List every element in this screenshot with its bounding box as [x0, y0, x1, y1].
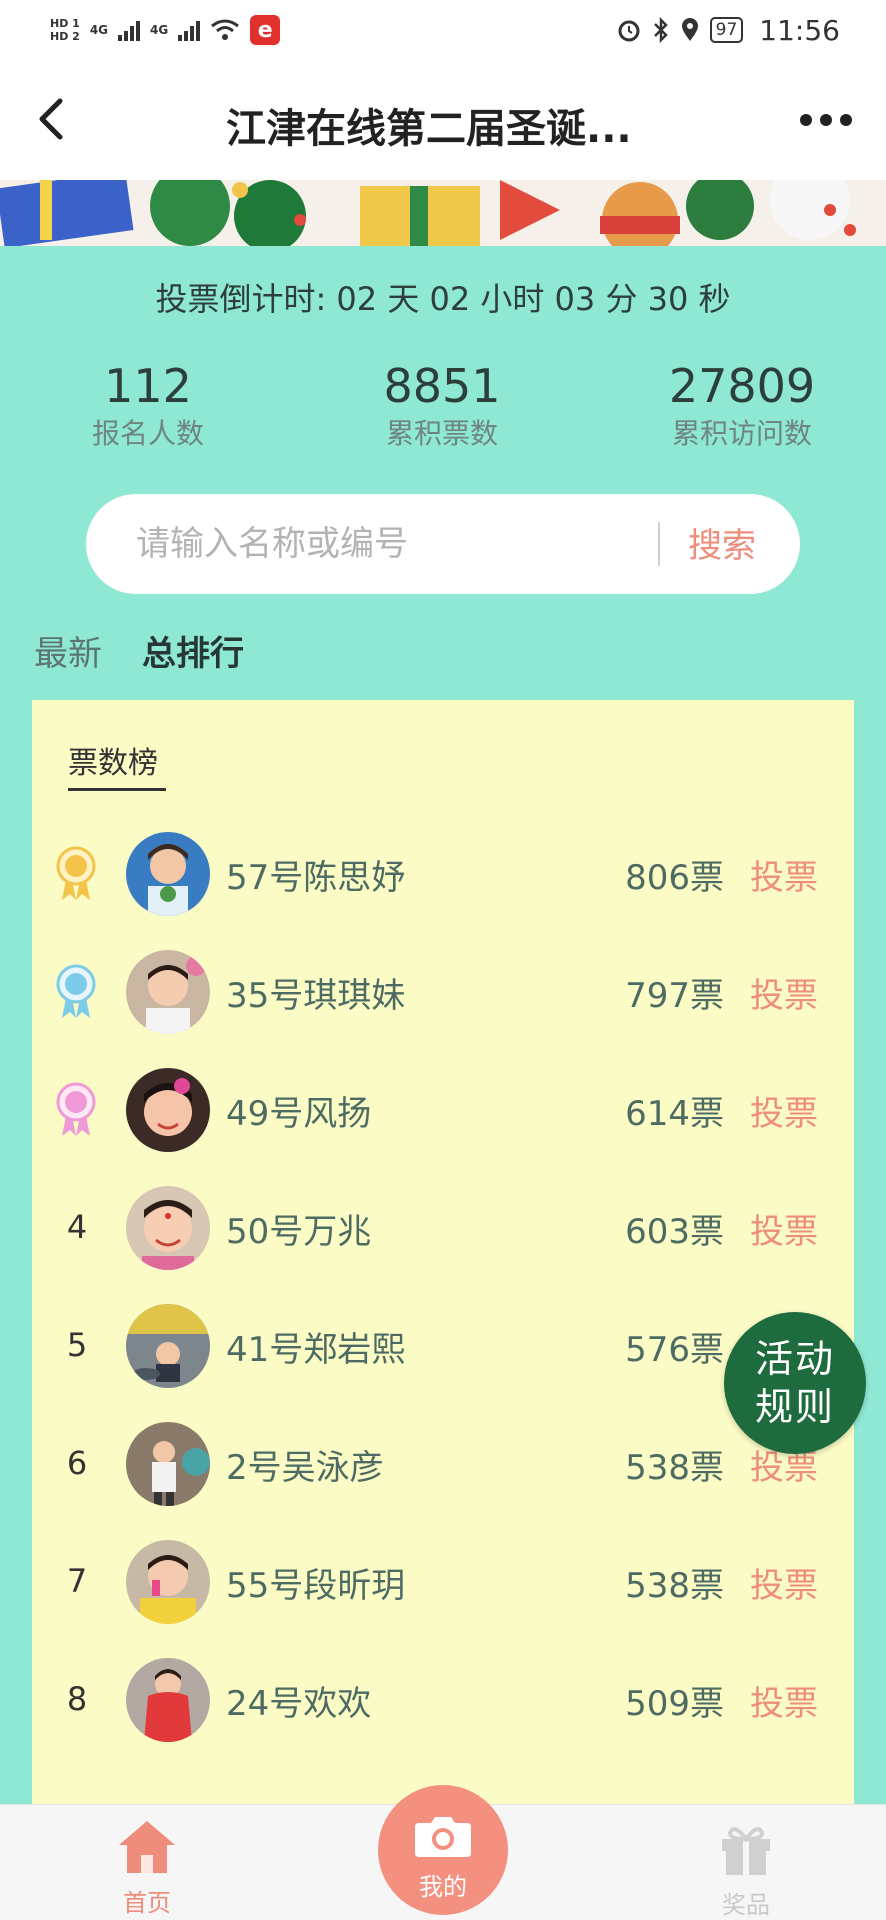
vote-countdown: 投票倒计时: 02 天 02 小时 03 分 30 秒: [155, 280, 731, 318]
vote-button[interactable]: 投票: [750, 1204, 818, 1253]
vote-button[interactable]: 投票: [750, 850, 818, 899]
vote-count: 576票: [625, 1330, 724, 1370]
participant-name: 24号欢欢: [226, 1684, 372, 1724]
battery-icon: 97: [709, 17, 744, 43]
vote-count: 538票: [625, 1448, 724, 1488]
status-bar: HD 1 HD 2 4G 4G e 97 11:56: [0, 0, 886, 60]
more-menu-button[interactable]: [796, 102, 856, 138]
avatar: [126, 1186, 210, 1270]
leaderboard-row: 35号琪琪妹 797票 投票: [32, 942, 854, 1042]
nav-prizes-label: 奖品: [722, 1891, 770, 1919]
nav-prizes[interactable]: 奖品: [706, 1821, 786, 1920]
stat-value: 112: [104, 359, 192, 413]
leaderboard-row: 7 55号段昕玥 538票 投票: [32, 1532, 854, 1632]
gold-medal-icon: [56, 846, 96, 900]
search-input[interactable]: [136, 516, 676, 572]
leaderboard-title: 票数榜: [68, 746, 158, 781]
signal-icon: [118, 19, 141, 41]
rules-label-line1: 活动: [754, 1337, 835, 1381]
leaderboard-row: 8 24号欢欢 509票 投票: [32, 1650, 854, 1750]
avatar: [126, 1422, 210, 1506]
location-icon: [681, 18, 698, 41]
avatar: [126, 950, 210, 1034]
search-bar: 搜索: [86, 494, 800, 594]
participant-name: 2号吴泳彦: [226, 1448, 384, 1488]
avatar: [126, 1658, 210, 1742]
back-button[interactable]: [26, 94, 76, 144]
avatar: [126, 1540, 210, 1624]
avatar: [126, 1304, 210, 1388]
page-title: 江津在线第二届圣诞...: [226, 106, 632, 152]
stat-total-votes: 8851 累积票数: [362, 358, 522, 454]
alarm-icon: [618, 20, 640, 42]
rank-number: 5: [66, 1326, 88, 1364]
title-underline: [68, 788, 166, 791]
vote-button[interactable]: 投票: [750, 968, 818, 1017]
stat-label: 累积访问数: [671, 417, 812, 450]
bluetooth-icon: [653, 17, 668, 43]
bottom-navigation: 首页 我的 奖品: [0, 1785, 886, 1920]
tab-total-ranking[interactable]: 总排行: [142, 626, 244, 675]
signal-icon: [178, 19, 201, 41]
vote-count: 509票: [625, 1684, 724, 1724]
vote-count: 806票: [625, 858, 724, 898]
search-divider: [658, 522, 660, 566]
leaderboard-panel: 票数榜 57号陈思妤 806票 投票 35号琪琪妹 797票 投票 49号风扬 …: [32, 700, 854, 1805]
rank-number: 6: [66, 1444, 88, 1482]
stat-value: 27809: [668, 359, 816, 413]
leaderboard-row: 57号陈思妤 806票 投票: [32, 824, 854, 924]
gift-icon: [722, 1827, 770, 1875]
leaderboard-row: 49号风扬 614票 投票: [32, 1060, 854, 1160]
network-type-2: 4G: [150, 23, 169, 37]
vote-count: 603票: [625, 1212, 724, 1252]
stat-participants: 112 报名人数: [68, 358, 228, 454]
chevron-left-icon: [39, 98, 63, 140]
participant-name: 57号陈思妤: [226, 858, 406, 898]
stat-label: 报名人数: [91, 417, 204, 450]
avatar: [126, 832, 210, 916]
more-dots-icon: [800, 114, 852, 126]
participant-name: 55号段昕玥: [226, 1566, 406, 1606]
search-button[interactable]: 搜索: [688, 518, 756, 567]
stat-total-visits: 27809 累积访问数: [652, 358, 832, 454]
ranking-tabs: 最新 总排行: [34, 626, 244, 675]
nav-home[interactable]: 首页: [112, 1819, 182, 1918]
christmas-banner: [0, 180, 886, 246]
home-icon: [119, 1821, 175, 1873]
rank-number: 8: [66, 1680, 88, 1718]
rules-label-line2: 规则: [754, 1385, 835, 1429]
leaderboard-row: 6 2号吴泳彦 538票 投票: [32, 1414, 854, 1514]
rank-number: 7: [66, 1562, 88, 1600]
rank-number: 4: [66, 1208, 88, 1246]
bronze-medal-icon: [56, 1082, 96, 1136]
app-notification-icon: e: [250, 15, 281, 45]
vote-button[interactable]: 投票: [750, 1086, 818, 1135]
wifi-icon: [211, 19, 240, 40]
stats-summary: 112 报名人数 8851 累积票数 27809 累积访问数: [0, 358, 886, 468]
vote-count: 538票: [625, 1566, 724, 1606]
hd-indicator: HD 1 HD 2: [50, 17, 80, 43]
vote-count: 797票: [625, 976, 724, 1016]
vote-button[interactable]: 投票: [750, 1558, 818, 1607]
vote-button[interactable]: 投票: [750, 1676, 818, 1725]
silver-medal-icon: [56, 964, 96, 1018]
leaderboard-row: 4 50号万兆 603票 投票: [32, 1178, 854, 1278]
network-type-1: 4G: [89, 23, 109, 37]
nav-home-label: 首页: [123, 1889, 171, 1917]
participant-name: 49号风扬: [226, 1094, 372, 1134]
participant-name: 35号琪琪妹: [226, 976, 406, 1016]
nav-mine[interactable]: 我的: [378, 1785, 508, 1915]
stat-value: 8851: [383, 359, 501, 413]
activity-rules-button[interactable]: 活动 规则: [724, 1312, 866, 1454]
participant-name: 41号郑岩熙: [226, 1330, 406, 1370]
nav-mine-label: 我的: [419, 1873, 467, 1901]
stat-label: 累积票数: [385, 417, 498, 450]
participant-name: 50号万兆: [226, 1212, 372, 1252]
clock: 11:56: [759, 13, 840, 47]
avatar: [126, 1068, 210, 1152]
title-bar: 江津在线第二届圣诞...: [0, 60, 886, 180]
camera-icon: [415, 1817, 471, 1857]
tab-latest[interactable]: 最新: [34, 626, 102, 675]
vote-count: 614票: [625, 1094, 724, 1134]
